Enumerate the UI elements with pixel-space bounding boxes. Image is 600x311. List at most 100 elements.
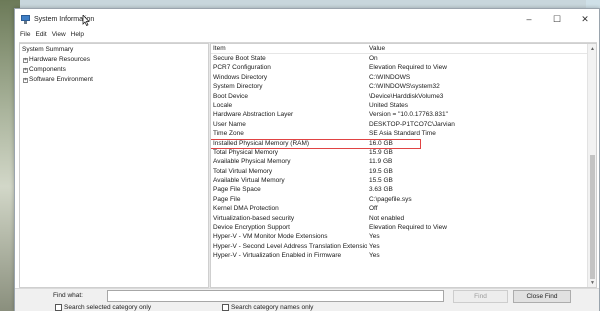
row-value-cell: United States [369, 101, 409, 109]
minimize-button[interactable]: – [515, 9, 543, 29]
tree-item-label: System Summary [22, 46, 74, 53]
details-list[interactable]: Item Value Secure Boot State On PCR7 Confi… [210, 43, 597, 288]
system-information-window: System Information – ☐ ✕ File Edit View … [14, 8, 600, 311]
row-item-cell: Page File Space [213, 186, 261, 194]
table-row[interactable]: Hyper-V - Second Level Address Translati… [211, 242, 596, 251]
row-item-cell: Available Virtual Memory [213, 177, 285, 185]
close-find-button[interactable]: Close Find [513, 290, 571, 303]
row-value-cell: 11.9 GB [369, 158, 393, 166]
search-selected-category-checkbox[interactable] [55, 304, 62, 311]
title-bar[interactable]: System Information – ☐ ✕ [15, 9, 599, 29]
search-selected-category-option[interactable]: Search selected category only [55, 304, 151, 311]
menu-help[interactable]: Help [71, 31, 84, 38]
maximize-button[interactable]: ☐ [543, 9, 571, 29]
tree-item-system-summary[interactable]: System Summary [20, 45, 208, 55]
table-row[interactable]: Available Virtual Memory 15.5 GB [211, 176, 596, 185]
tree-item-label: Software Environment [29, 76, 93, 83]
table-row[interactable]: Installed Physical Memory (RAM) 16.0 GB [211, 138, 596, 149]
table-row[interactable]: Hyper-V - Virtualization Enabled in Firm… [211, 251, 596, 260]
scroll-up-arrow-icon[interactable]: ▲ [588, 44, 596, 53]
table-row[interactable]: Kernel DMA Protection Off [211, 204, 596, 213]
tree-item-components[interactable]: + Components [20, 65, 208, 75]
row-value-cell: 3.63 GB [369, 186, 393, 194]
row-value-cell: C:\WINDOWS\system32 [369, 83, 440, 91]
row-item-cell: Total Virtual Memory [213, 167, 273, 175]
scrollbar-thumb[interactable] [590, 155, 595, 279]
table-row[interactable]: Page File C:\pagefile.sys [211, 195, 596, 204]
search-category-names-label: Search category names only [231, 304, 314, 311]
search-category-names-checkbox[interactable] [222, 304, 229, 311]
row-value-cell: \Device\HarddiskVolume3 [369, 92, 444, 100]
table-row[interactable]: Total Virtual Memory 19.5 GB [211, 167, 596, 176]
search-selected-category-label: Search selected category only [64, 304, 152, 311]
find-what-input[interactable] [107, 290, 444, 302]
row-item-cell: Total Physical Memory [213, 148, 279, 156]
tree-item-software-environment[interactable]: + Software Environment [20, 75, 208, 85]
system-information-app-icon[interactable] [21, 14, 30, 24]
window-controls: – ☐ ✕ [515, 9, 599, 29]
row-value-cell: C:\WINDOWS [369, 73, 411, 81]
search-category-names-option[interactable]: Search category names only [222, 304, 313, 311]
table-row[interactable]: Available Physical Memory 11.9 GB [211, 157, 596, 166]
row-value-cell: Elevation Required to View [369, 64, 447, 72]
tree-item-label: Components [29, 66, 66, 73]
expand-icon[interactable]: + [23, 67, 28, 73]
row-value-cell: Elevation Required to View [369, 224, 447, 232]
row-item-cell: Time Zone [213, 130, 244, 138]
table-row[interactable]: PCR7 Configuration Elevation Required to … [211, 63, 596, 72]
row-value-cell: Version = "10.0.17763.831" [369, 111, 448, 119]
menu-view[interactable]: View [52, 31, 66, 38]
list-header: Item Value [211, 44, 596, 54]
row-value-cell: Yes [369, 233, 380, 241]
row-value-cell: On [369, 55, 378, 62]
row-item-cell: User Name [213, 120, 246, 128]
table-row[interactable]: User Name DESKTOP-P1TCO7C\Jarvian [211, 120, 596, 129]
table-row[interactable]: Total Physical Memory 15.9 GB [211, 148, 596, 157]
table-row[interactable]: Page File Space 3.63 GB [211, 185, 596, 194]
table-row[interactable]: Locale United States [211, 101, 596, 110]
row-value-cell: Yes [369, 252, 380, 260]
scroll-down-arrow-icon[interactable]: ▼ [588, 278, 596, 287]
row-value-cell: Yes [369, 242, 380, 250]
row-value-cell: 19.5 GB [369, 167, 393, 175]
table-row[interactable]: Hardware Abstraction Layer Version = "10.… [211, 110, 596, 119]
menu-edit[interactable]: Edit [35, 31, 46, 38]
row-value-cell: 15.5 GB [369, 177, 393, 185]
table-row[interactable]: Secure Boot State On [211, 54, 596, 63]
row-item-cell: Windows Directory [213, 73, 268, 81]
row-value-cell: Not enabled [369, 214, 405, 222]
expand-icon[interactable]: + [23, 57, 28, 63]
expand-icon[interactable]: + [23, 77, 28, 83]
table-row[interactable]: Boot Device \Device\HarddiskVolume3 [211, 92, 596, 101]
find-what-label: Find what: [53, 292, 83, 299]
row-item-cell: Page File [213, 195, 241, 203]
table-row[interactable]: System Directory C:\WINDOWS\system32 [211, 82, 596, 91]
vertical-scrollbar[interactable]: ▲ ▼ [587, 44, 596, 287]
row-value-cell: SE Asia Standard Time [369, 130, 436, 138]
tree-item-hardware-resources[interactable]: + Hardware Resources [20, 55, 208, 65]
menu-file[interactable]: File [20, 31, 30, 38]
column-header-value[interactable]: Value [367, 45, 596, 52]
row-value-cell: 15.9 GB [369, 148, 393, 156]
row-item-cell: Virtualization-based security [213, 214, 295, 222]
row-value-cell: 16.0 GB [369, 139, 393, 147]
table-row[interactable]: Hyper-V - VM Monitor Mode Extensions Yes [211, 232, 596, 241]
mouse-cursor-icon [82, 15, 90, 26]
column-header-item[interactable]: Item [211, 45, 367, 52]
table-row[interactable]: Windows Directory C:\WINDOWS [211, 73, 596, 82]
category-tree[interactable]: System Summary + Hardware Resources + Co… [19, 43, 208, 288]
content-panes: System Summary + Hardware Resources + Co… [19, 42, 597, 288]
row-value-cell: DESKTOP-P1TCO7C\Jarvian [369, 120, 455, 128]
row-item-cell: Locale [213, 101, 233, 109]
table-row[interactable]: Time Zone SE Asia Standard Time [211, 129, 596, 138]
find-bar: Find what: Find Close Find Search select… [15, 288, 599, 311]
row-item-cell: Hyper-V - Second Level Address Translati… [213, 242, 367, 250]
row-item-cell: System Directory [213, 83, 263, 91]
table-row[interactable]: Device Encryption Support Elevation Requi… [211, 223, 596, 232]
row-value-cell: C:\pagefile.sys [369, 195, 412, 203]
table-row[interactable]: Virtualization-based security Not enabled [211, 214, 596, 223]
find-button[interactable]: Find [453, 290, 508, 303]
close-button[interactable]: ✕ [571, 9, 599, 29]
row-item-cell: Secure Boot State [213, 55, 266, 62]
row-value-cell: Off [369, 205, 378, 213]
